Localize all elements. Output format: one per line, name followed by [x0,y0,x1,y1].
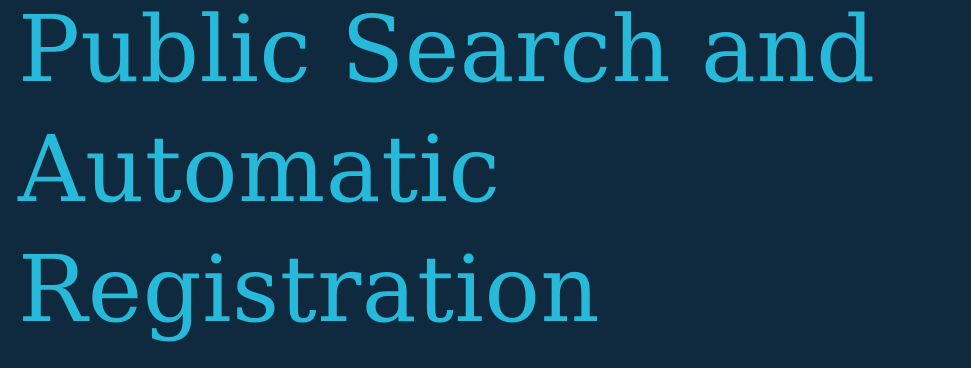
page-title-line-2: Automatic [18,116,501,223]
page-title-line-3: Registration [18,236,601,343]
page-title: Public Search and Automatic Registration [18,0,875,350]
page-title-line-1: Public Search and [18,0,876,103]
